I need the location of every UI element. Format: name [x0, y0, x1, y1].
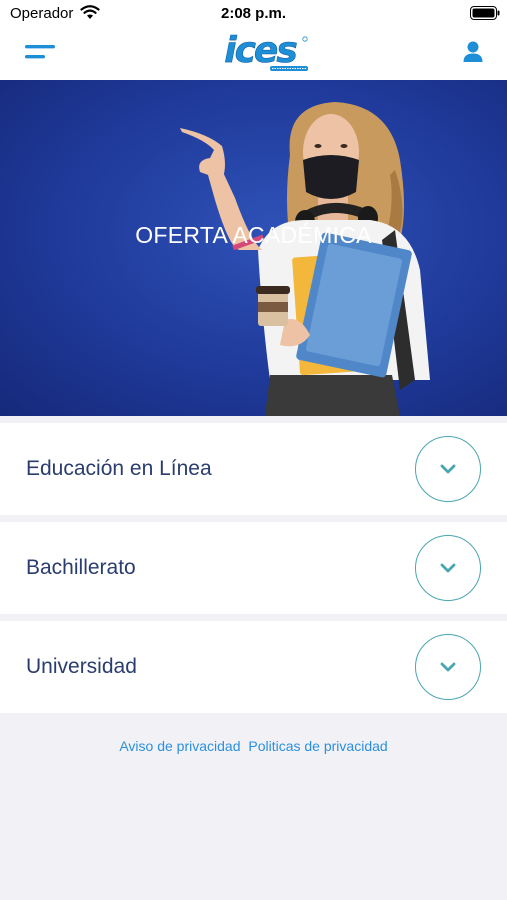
accordion-label: Bachillerato [26, 556, 136, 579]
chevron-down-icon [440, 662, 456, 672]
battery-icon [470, 6, 500, 20]
accordion-item-universidad[interactable]: Universidad [0, 621, 507, 713]
privacy-policies-link[interactable]: Politicas de privacidad [248, 738, 387, 754]
clock-time: 2:08 p.m. [220, 5, 287, 22]
accordion-label: Educación en Línea [26, 457, 212, 480]
expand-button[interactable] [415, 436, 481, 502]
hamburger-menu-icon[interactable] [24, 42, 58, 62]
hero-title: OFERTA ACADÉMICA [135, 222, 372, 248]
chevron-down-icon [440, 563, 456, 573]
expand-button[interactable] [415, 535, 481, 601]
accordion-item-bachillerato[interactable]: Bachillerato [0, 522, 507, 614]
chevron-down-icon [440, 464, 456, 474]
accordion-label: Universidad [26, 655, 137, 678]
status-bar: Operador 2:08 p.m. [0, 0, 507, 28]
user-icon[interactable] [462, 40, 484, 64]
svg-text:ices: ices [224, 30, 297, 71]
accordion-item-educacion-en-linea[interactable]: Educación en Línea [0, 423, 507, 515]
hero-banner: OFERTA ACADÉMICA [0, 80, 507, 416]
footer-links: Aviso de privacidad Politicas de privaci… [0, 738, 507, 754]
app-header: ices [0, 28, 507, 80]
ices-logo: ices [224, 30, 308, 71]
expand-button[interactable] [415, 634, 481, 700]
privacy-notice-link[interactable]: Aviso de privacidad [119, 738, 240, 754]
